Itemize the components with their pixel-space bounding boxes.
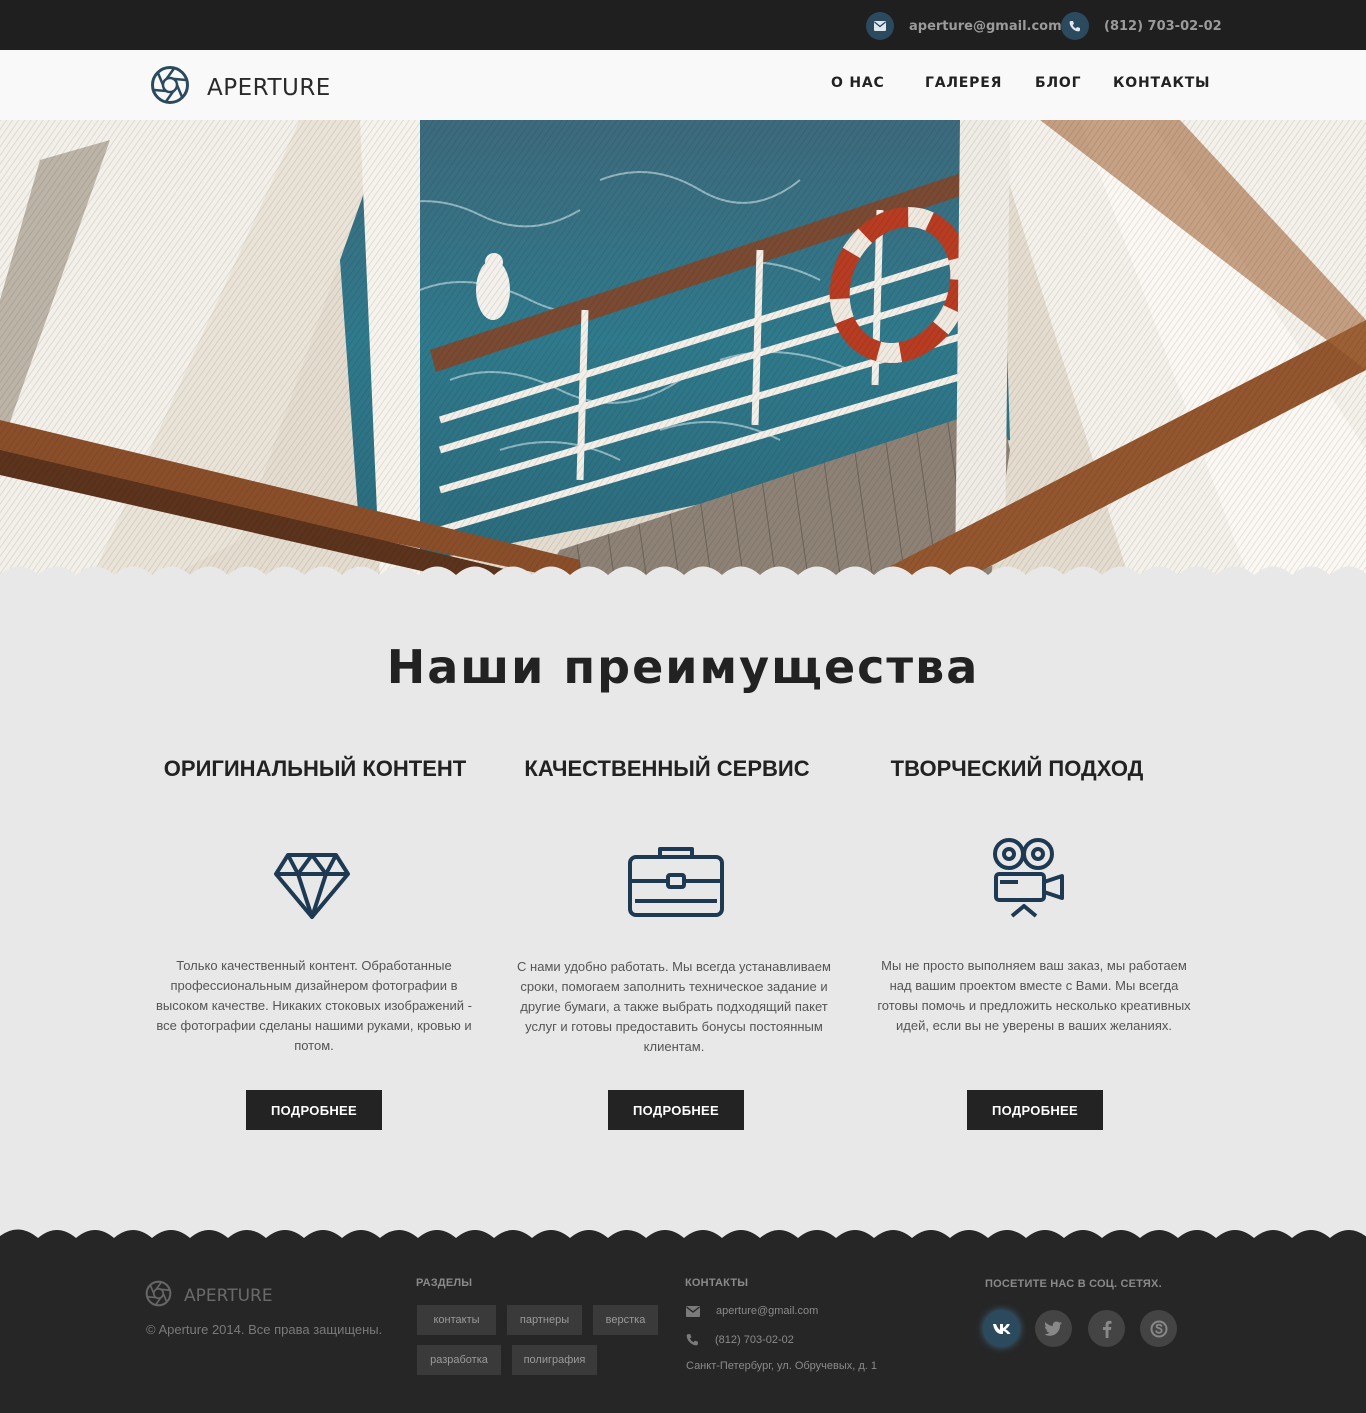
facebook-icon[interactable] bbox=[1088, 1310, 1125, 1347]
footer-logo-text: APERTURE bbox=[184, 1286, 273, 1306]
topbar-phone-text: (812) 703-02-02 bbox=[1104, 18, 1222, 34]
footer-email-text: aperture@gmail.com bbox=[716, 1305, 819, 1317]
footer-address: Санкт-Петербург, ул. Обручевых, д. 1 bbox=[686, 1360, 878, 1372]
tag-partners[interactable]: партнеры bbox=[507, 1305, 582, 1335]
top-bar: aperture@gmail.com (812) 703-02-02 bbox=[0, 0, 1366, 50]
footer-contacts-title: КОНТАКТЫ bbox=[685, 1277, 749, 1289]
more-button-service[interactable]: ПОДРОБНЕЕ bbox=[608, 1090, 744, 1130]
tag-contacts[interactable]: контакты bbox=[417, 1305, 496, 1335]
movie-camera-icon bbox=[992, 836, 1066, 925]
footer-email[interactable]: aperture@gmail.com bbox=[686, 1305, 818, 1317]
more-button-original[interactable]: ПОДРОБНЕЕ bbox=[246, 1090, 382, 1130]
feature-text-original: Только качественный контент. Обработанны… bbox=[156, 958, 472, 1053]
aperture-icon bbox=[150, 65, 190, 110]
logo-text: APERTURE bbox=[207, 74, 331, 101]
briefcase-icon bbox=[627, 845, 725, 924]
footer-phone-text: (812) 703-02-02 bbox=[715, 1333, 794, 1346]
aperture-icon bbox=[145, 1280, 172, 1312]
feature-title-creative: ТВОРЧЕСКИЙ ПОДХОД bbox=[890, 756, 1144, 781]
topbar-email-text: aperture@gmail.com bbox=[909, 18, 1062, 34]
nav-item-blog[interactable]: БЛОГ bbox=[1035, 75, 1081, 91]
topbar-phone[interactable]: (812) 703-02-02 bbox=[1061, 12, 1222, 40]
header: APERTURE О НАС ГАЛЕРЕЯ БЛОГ КОНТАКТЫ bbox=[0, 50, 1366, 120]
tag-markup[interactable]: верстка bbox=[593, 1305, 658, 1335]
footer-logo[interactable]: APERTURE bbox=[145, 1280, 273, 1312]
footer-sections-title: РАЗДЕЛЫ bbox=[416, 1277, 473, 1289]
feature-title-service: КАЧЕСТВЕННЫЙ СЕРВИС bbox=[524, 756, 810, 781]
feature-text-service: С нами удобно работать. Мы всегда устана… bbox=[517, 959, 831, 1054]
envelope-icon bbox=[866, 12, 894, 40]
nav-item-contacts[interactable]: КОНТАКТЫ bbox=[1113, 75, 1210, 91]
more-button-creative[interactable]: ПОДРОБНЕЕ bbox=[967, 1090, 1103, 1130]
nav-item-about[interactable]: О НАС bbox=[831, 75, 885, 91]
hero-image bbox=[0, 120, 1366, 582]
twitter-icon[interactable] bbox=[1035, 1310, 1072, 1347]
phone-icon bbox=[686, 1334, 698, 1346]
feature-text-creative: Мы не просто выполняем ваш заказ, мы раб… bbox=[877, 958, 1191, 1033]
diamond-icon bbox=[274, 852, 350, 925]
envelope-icon bbox=[686, 1305, 700, 1317]
feature-title-original: ОРИГИНАЛЬНЫЙ КОНТЕНТ bbox=[163, 756, 467, 781]
phone-icon bbox=[1061, 12, 1089, 40]
topbar-email[interactable]: aperture@gmail.com bbox=[866, 12, 1062, 40]
footer-phone[interactable]: (812) 703-02-02 bbox=[686, 1333, 794, 1346]
copyright: © Aperture 2014. Все права защищены. bbox=[146, 1322, 383, 1337]
tag-printing[interactable]: полиграфия bbox=[512, 1345, 597, 1375]
nav-item-gallery[interactable]: ГАЛЕРЕЯ bbox=[925, 75, 1002, 91]
footer-social-title: ПОСЕТИТЕ НАС В СОЦ. СЕТЯХ. bbox=[985, 1278, 1162, 1290]
section-title: Наши преимущества bbox=[386, 640, 980, 694]
vk-icon[interactable] bbox=[983, 1310, 1020, 1347]
tag-development[interactable]: разработка bbox=[417, 1345, 501, 1375]
logo[interactable]: APERTURE bbox=[150, 65, 331, 110]
skype-icon[interactable] bbox=[1140, 1310, 1177, 1347]
